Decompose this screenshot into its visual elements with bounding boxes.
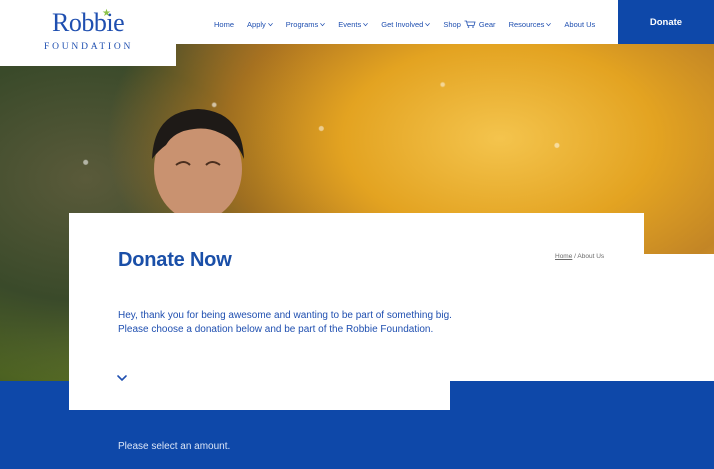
chevron-down-icon: [267, 22, 273, 27]
chevron-down-icon[interactable]: [116, 370, 128, 382]
select-amount-prompt: Please select an amount.: [118, 441, 231, 452]
intro-text: Hey, thank you for being awesome and wan…: [118, 310, 452, 335]
chevron-down-icon: [546, 22, 552, 27]
main-nav: Home Apply Programs Events Get Involved …: [214, 18, 608, 30]
nav-item-shop-gear[interactable]: Shop Gear: [443, 20, 495, 29]
breadcrumb: Home / About Us: [555, 253, 604, 260]
logo-subtitle: FOUNDATION: [44, 42, 134, 52]
nav-item-get-involved[interactable]: Get Involved: [381, 19, 431, 29]
shopping-cart-icon: [464, 20, 476, 28]
chevron-down-icon: [425, 22, 431, 27]
nav-item-programs[interactable]: Programs: [286, 20, 326, 29]
nav-label: Apply: [247, 19, 266, 29]
nav-label: Get Involved: [381, 19, 424, 29]
chevron-down-icon: [320, 22, 326, 27]
nav-label: Shop: [443, 19, 461, 29]
chevron-down-icon: [363, 22, 369, 27]
star-icon: ★: [102, 8, 111, 19]
nav-label: Home: [214, 19, 235, 29]
nav-label: About Us: [564, 19, 596, 29]
nav-item-resources[interactable]: Resources: [509, 20, 552, 29]
logo-wordmark: Robbie: [52, 8, 125, 37]
nav-label: Resources: [508, 19, 545, 29]
donate-button[interactable]: Donate: [618, 0, 714, 44]
nav-item-apply[interactable]: Apply: [247, 20, 273, 29]
nav-label: Gear: [478, 19, 496, 29]
breadcrumb-current: About Us: [577, 253, 605, 260]
nav-label: Events: [338, 19, 362, 29]
breadcrumb-home-link[interactable]: Home: [555, 253, 572, 260]
breadcrumb-separator: /: [574, 253, 576, 260]
nav-item-events[interactable]: Events: [338, 19, 369, 29]
breadcrumb-panel-extension: [449, 254, 714, 382]
nav-item-home[interactable]: Home: [214, 20, 234, 29]
page-title: Donate Now: [118, 249, 232, 271]
logo[interactable]: Robbie ★ FOUNDATION: [0, 0, 176, 66]
nav-item-about-us[interactable]: About Us: [564, 20, 595, 29]
breadcrumb-panel: [449, 213, 644, 255]
nav-label: Programs: [285, 19, 319, 29]
